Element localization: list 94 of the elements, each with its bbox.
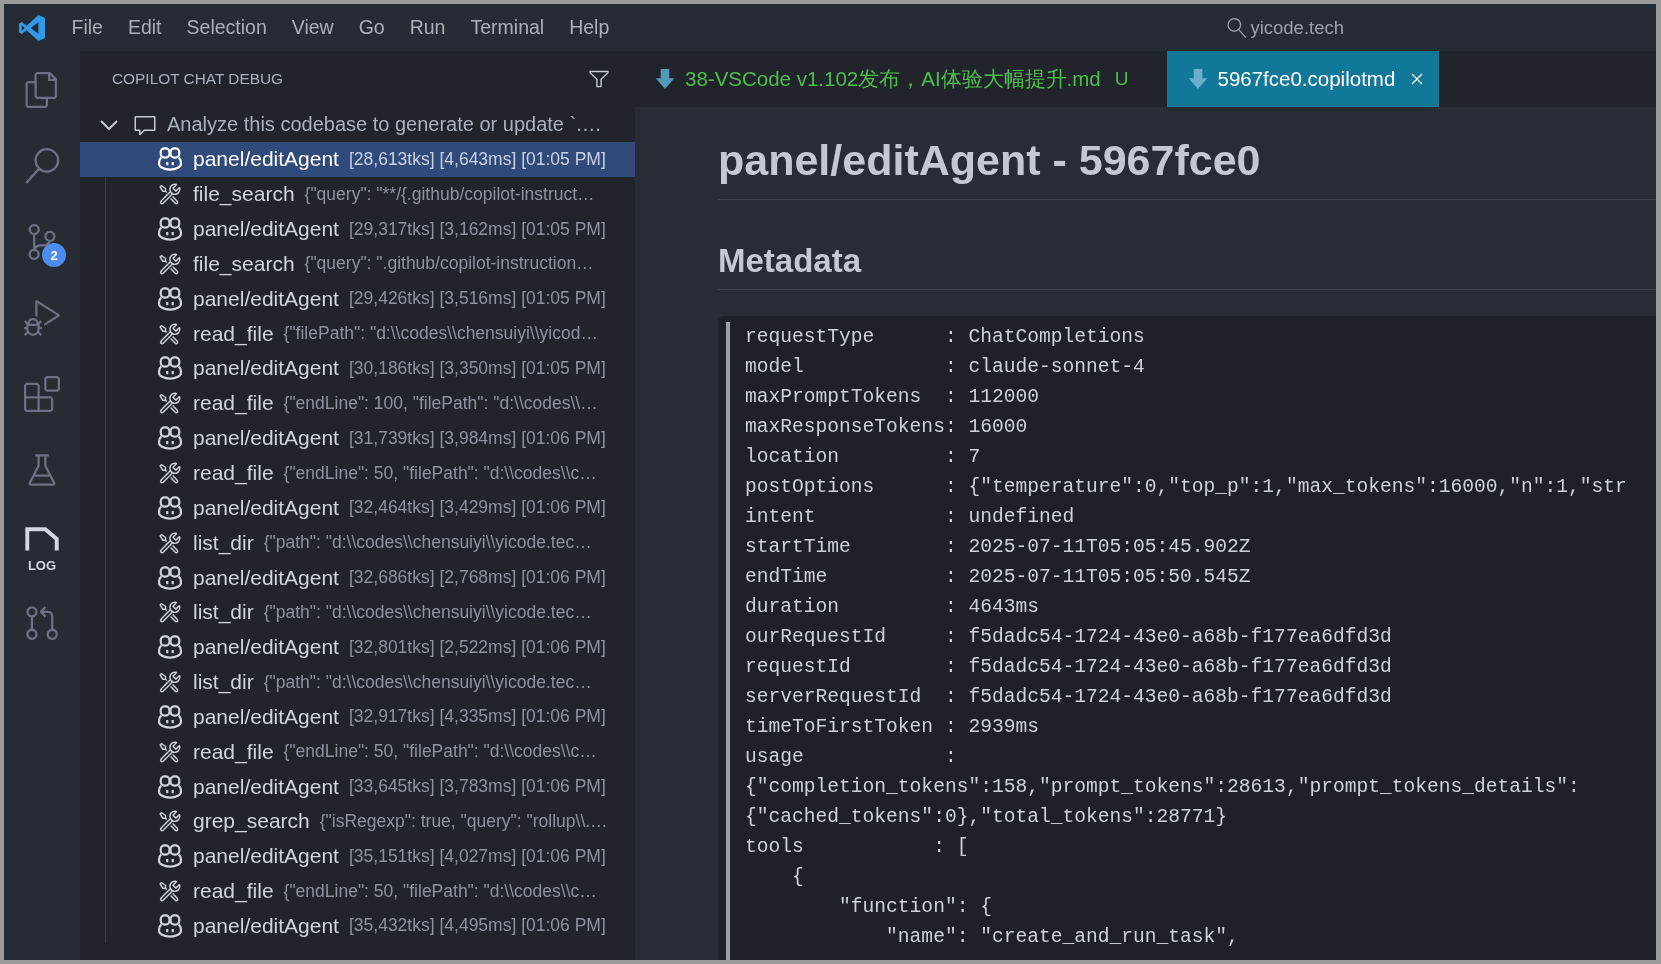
menu-item[interactable]: Selection xyxy=(174,4,280,51)
wrench-screwdriver-icon xyxy=(158,461,182,485)
robot-face-icon xyxy=(158,565,182,590)
app-logo-icon xyxy=(19,14,45,41)
robot-face-icon xyxy=(158,635,182,660)
tree-item[interactable]: panel/editAgent [33,645tks] [3,783ms] [01:06 PM] xyxy=(80,769,635,805)
tree-item[interactable]: read_file {"endLine": 100, "filePath": "d:\\codes\\… xyxy=(80,385,635,421)
code-line: { xyxy=(791,865,804,890)
panel-title: COPILOT CHAT DEBUG xyxy=(112,70,284,88)
code-line: requestId : f5dadc54-1724-43e0-a68b-f177ea6dfd3d xyxy=(745,655,1392,680)
count-badge: 2 xyxy=(42,243,66,267)
menu-item[interactable]: Edit xyxy=(115,4,175,51)
robot-face-icon xyxy=(158,356,182,381)
code-line: postOptions : {"temperature":0,"top_p":1,"max_tokens":16000,"n":1,"str xyxy=(745,475,1627,500)
robot-face-icon xyxy=(158,844,182,869)
code-line: intent : undefined xyxy=(745,505,1075,530)
menu-item[interactable]: View xyxy=(279,4,347,51)
menu-item[interactable]: File xyxy=(59,4,116,51)
tree-item[interactable]: panel/editAgent [32,801tks] [2,522ms] [01:06 PM] xyxy=(80,629,635,665)
code-line: startTime : 2025-07-11T05:05:45.902Z xyxy=(745,535,1251,560)
tree-item[interactable]: read_file {"endLine": 50, "filePath": "d:\\codes\\c… xyxy=(80,455,635,491)
wrench-screwdriver-icon xyxy=(158,670,182,695)
tree-item[interactable]: panel/editAgent [32,464tks] [3,429ms] [01:06 PM] xyxy=(80,490,635,526)
arrow-down-icon xyxy=(1187,69,1208,89)
code-line: maxResponseTokens: 16000 xyxy=(745,415,1028,440)
code-line: ourRequestId : f5dadc54-1724-43e0-a68b-f177ea6dfd3d xyxy=(745,625,1392,650)
wrench-screwdriver-icon xyxy=(158,809,182,834)
tree-item[interactable]: file_search {"query": "**/{.github/copilot-instruct… xyxy=(80,176,635,212)
wrench-screwdriver-icon xyxy=(158,251,182,276)
tree-item[interactable]: panel/editAgent [30,186tks] [3,350ms] [01:05 PM] xyxy=(80,351,635,386)
code-line: "function": { xyxy=(838,895,992,920)
robot-face-icon xyxy=(158,495,182,520)
robot-face-icon xyxy=(158,914,182,938)
section-heading: Metadata xyxy=(718,241,862,281)
tree-item[interactable]: grep_search {"isRegexp": true, "query": "rollup\\.… xyxy=(80,804,635,839)
code-line: usage : xyxy=(745,745,957,770)
robot-face-icon xyxy=(158,774,182,799)
robot-face-icon xyxy=(158,286,182,311)
code-line: timeToFirstToken : 2939ms xyxy=(745,715,1039,740)
tree-item[interactable]: panel/editAgent [32,686tks] [2,768ms] [01:06 PM] xyxy=(80,560,635,595)
code-line: endTime : 2025-07-11T05:05:50.545Z xyxy=(745,565,1251,590)
pull-request-icon xyxy=(24,604,60,640)
wrench-screwdriver-icon xyxy=(158,182,182,207)
code-line: model : claude-sonnet-4 xyxy=(745,355,1145,380)
code-line: {"cached_tokens":0},"total_tokens":28771} xyxy=(745,805,1228,830)
tree-item[interactable]: panel/editAgent [29,426tks] [3,516ms] [01:05 PM] xyxy=(80,281,635,317)
code-line: {"completion_tokens":158,"prompt_tokens":28613,"prompt_tokens_details": xyxy=(745,775,1580,800)
wrench-screwdriver-icon xyxy=(158,600,182,625)
tree-item[interactable]: list_dir {"path": "d:\\codes\\chensuiyi\\yicode.tec… xyxy=(80,594,635,630)
search-icon xyxy=(24,148,60,184)
tree-item[interactable]: panel/editAgent [35,432tks] [4,495ms] [01:06 PM] xyxy=(80,908,635,944)
robot-face-icon xyxy=(158,426,182,451)
page-title: panel/editAgent - 5967fce0 xyxy=(718,135,1261,186)
tree-item[interactable]: panel/editAgent [29,317tks] [3,162ms] [01:05 PM] xyxy=(80,211,635,247)
robot-face-icon xyxy=(158,704,182,729)
log-button[interactable]: LOG xyxy=(4,508,80,584)
menu-item[interactable]: Go xyxy=(346,4,398,51)
search-bar[interactable]: yicode.tech xyxy=(1227,16,1344,39)
editor-tab[interactable]: 5967fce0.copilotmd xyxy=(1166,51,1440,107)
code-line: serverRequestId : f5dadc54-1724-43e0-a68b-f177ea6dfd3d xyxy=(745,685,1392,710)
menu-item[interactable]: Terminal xyxy=(457,4,557,51)
blocks-icon xyxy=(24,376,60,412)
tree-item[interactable]: read_file {"filePath": "d:\\codes\\chensuiyi\\yicod… xyxy=(80,316,635,352)
play-bug-icon xyxy=(24,300,60,336)
code-line: requestType : ChatCompletions xyxy=(745,325,1145,350)
tree-item[interactable]: panel/editAgent [32,917tks] [4,335ms] [01:06 PM] xyxy=(80,699,635,735)
tree-item[interactable]: list_dir {"path": "d:\\codes\\chensuiyi\\yicode.tec… xyxy=(80,664,635,700)
tree-item[interactable]: panel/editAgent [35,151tks] [4,027ms] [01:06 PM] xyxy=(80,838,635,874)
code-line: duration : 4643ms xyxy=(745,595,1039,620)
arrow-down-icon xyxy=(655,69,675,89)
wrench-screwdriver-icon xyxy=(158,530,182,555)
wrench-screwdriver-icon xyxy=(158,879,182,904)
robot-face-icon xyxy=(158,217,182,242)
code-line: location : 7 xyxy=(745,445,981,470)
menu-item[interactable]: Help xyxy=(556,4,622,51)
tree-item[interactable]: file_search {"query": ".github/copilot-instruction… xyxy=(80,246,635,282)
wrench-screwdriver-icon xyxy=(158,739,182,764)
tree-item[interactable]: read_file {"endLine": 50, "filePath": "d:\\codes\\c… xyxy=(80,873,635,909)
wrench-screwdriver-icon xyxy=(158,391,182,416)
robot-face-icon xyxy=(158,147,182,172)
code-line: tools : [ xyxy=(745,835,969,860)
wrench-screwdriver-icon xyxy=(158,321,182,346)
files-icon xyxy=(24,72,60,108)
tree-item[interactable]: read_file {"endLine": 50, "filePath": "d:\\codes\\c… xyxy=(80,734,635,770)
code-line: maxPromptTokens : 112000 xyxy=(745,385,1039,410)
menu-item[interactable]: Run xyxy=(397,4,458,51)
code-line: "name": "create_and_run_task", xyxy=(885,925,1239,950)
search-icon xyxy=(1227,17,1248,38)
tree-item[interactable]: panel/editAgent [28,613tks] [4,643ms] [01:05 PM] xyxy=(80,142,635,177)
editor-tab[interactable]: 38-VSCode v1.102发布，AI体验大幅提升.md U xyxy=(635,51,1167,107)
filter-icon xyxy=(588,68,610,90)
tree-item[interactable]: panel/editAgent [31,739tks] [3,984ms] [01:06 PM] xyxy=(80,420,635,456)
tree-item[interactable]: Analyze this codebase to generate or update `.… xyxy=(80,107,635,142)
tree-item[interactable]: list_dir {"path": "d:\\codes\\chensuiyi\\yicode.tec… xyxy=(80,525,635,561)
